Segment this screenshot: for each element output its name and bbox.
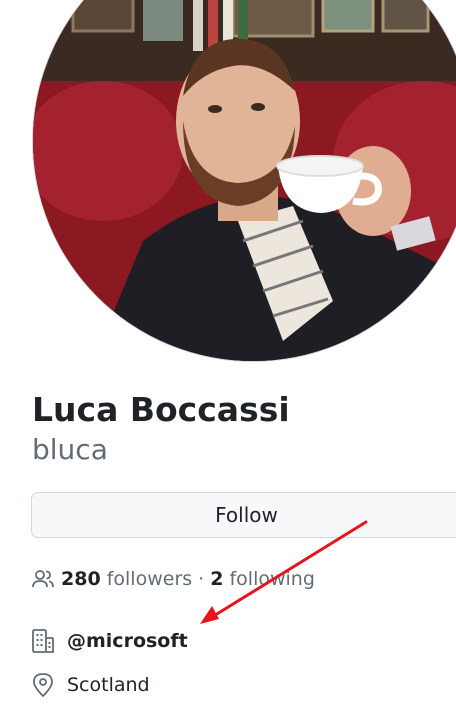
location-text: Scotland bbox=[67, 674, 150, 696]
followers-link[interactable]: 280 followers bbox=[61, 568, 192, 590]
profile-full-name: Luca Boccassi bbox=[32, 390, 290, 429]
following-count: 2 bbox=[210, 568, 224, 590]
follow-button-label: Follow bbox=[215, 503, 278, 527]
profile-page: Luca Boccassi bluca Follow 280 followers… bbox=[0, 0, 456, 710]
organization-icon bbox=[32, 629, 54, 653]
location-icon bbox=[33, 673, 53, 698]
follow-stats: 280 followers · 2 following bbox=[31, 565, 315, 593]
stats-separator: · bbox=[198, 568, 205, 590]
followers-count: 280 bbox=[61, 568, 101, 590]
organization-item: @microsoft bbox=[31, 626, 188, 656]
organization-link[interactable]: @microsoft bbox=[67, 630, 188, 652]
avatar-photo bbox=[33, 0, 456, 361]
following-label: following bbox=[229, 568, 315, 590]
avatar[interactable] bbox=[32, 0, 456, 362]
people-icon bbox=[32, 570, 54, 588]
profile-username: bluca bbox=[32, 433, 108, 466]
following-link[interactable]: 2 following bbox=[210, 568, 315, 590]
location-item: Scotland bbox=[31, 670, 150, 700]
follow-button[interactable]: Follow bbox=[31, 492, 456, 538]
followers-label: followers bbox=[106, 568, 193, 590]
